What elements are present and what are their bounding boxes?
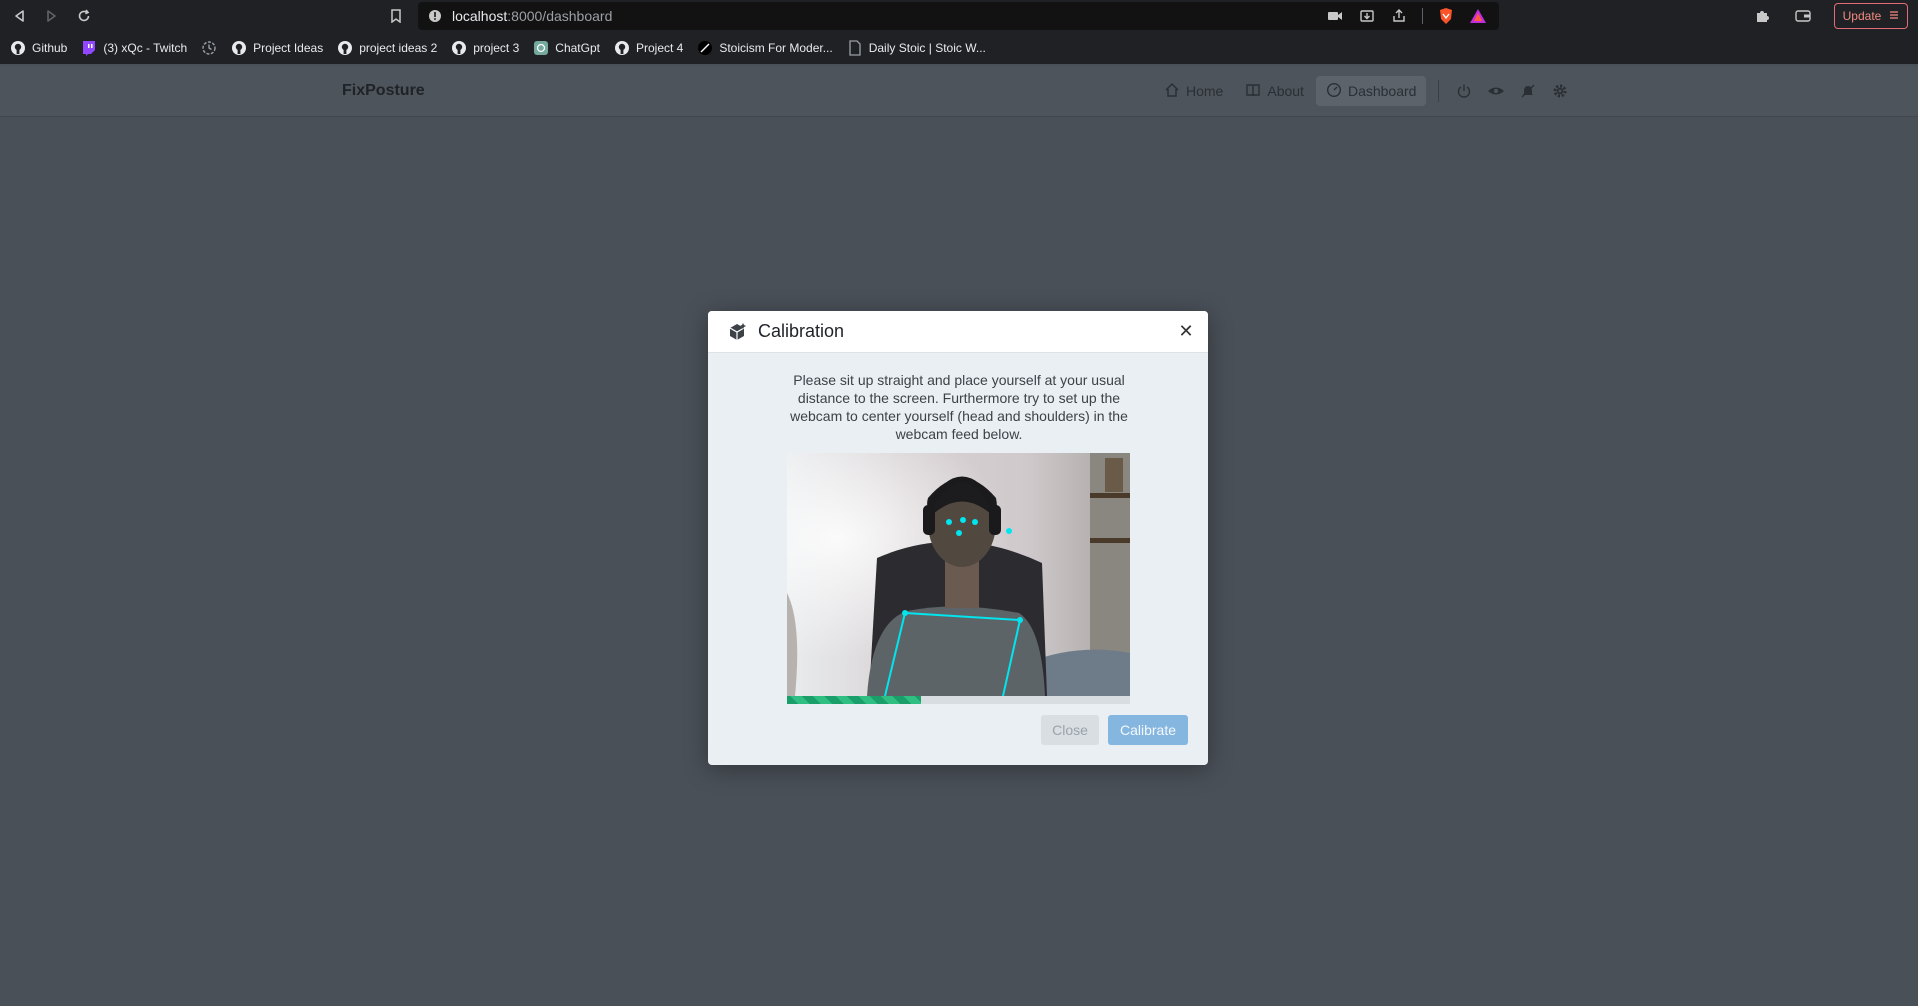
address-bar[interactable]: localhost:8000/dashboard [418,2,1499,30]
share-icon[interactable] [1390,7,1408,25]
nav-label: Home [1186,83,1224,99]
forward-icon[interactable] [39,4,63,28]
reload-icon[interactable] [72,4,96,28]
gear-icon[interactable] [1545,76,1575,106]
separator [1422,8,1423,24]
chatgpt-icon [533,40,549,56]
bookmark-label: project ideas 2 [359,41,438,55]
twitch-icon [81,40,97,56]
wallet-icon[interactable] [1791,4,1815,28]
bookmark-github[interactable]: Github [10,40,67,56]
brand-logo[interactable]: FixPosture [342,82,425,100]
bookmark-project-4[interactable]: Project 4 [614,40,683,56]
bookmarks-bar: Github (3) xQc - Twitch Project Ideas pr… [0,32,1918,64]
github-icon [614,40,630,56]
bookmark-project-ideas[interactable]: Project Ideas [231,40,323,56]
site-info-icon[interactable] [428,9,442,23]
nav-about[interactable]: About [1235,76,1314,106]
app-navbar: FixPosture Home About Dashboard [0,66,1918,117]
bookmark-label: (3) xQc - Twitch [103,41,188,55]
progress-fill [787,696,921,704]
update-button[interactable]: Update [1834,3,1908,29]
modal-header: Calibration ✕ [708,311,1208,353]
calibrate-button[interactable]: Calibrate [1108,715,1188,745]
extensions-icon[interactable] [1750,4,1774,28]
calibration-modal: Calibration ✕ Please sit up straight and… [708,311,1208,765]
webcam-feed [787,453,1130,696]
bookmark-twitch[interactable]: (3) xQc - Twitch [81,40,187,56]
bookmark-history[interactable] [201,40,217,56]
bookmark-icon[interactable] [384,4,408,28]
stoic-icon [697,40,713,56]
bookmark-label: Daily Stoic | Stoic W... [868,41,986,55]
camera-icon[interactable] [1326,7,1344,25]
nav-label: Dashboard [1347,83,1417,99]
nav-label: About [1267,83,1304,99]
history-icon [201,40,217,56]
bookmark-chatgpt[interactable]: ChatGpt [533,40,600,56]
nav-home[interactable]: Home [1154,76,1233,106]
brave-shield-icon[interactable] [1437,7,1455,25]
bookmark-label: Project 4 [635,41,684,55]
url-text: localhost:8000/dashboard [452,8,613,24]
power-icon[interactable] [1449,76,1479,106]
close-icon[interactable]: ✕ [1176,321,1196,341]
back-icon[interactable] [8,4,32,28]
bell-off-icon[interactable] [1513,76,1543,106]
github-icon [337,40,353,56]
github-icon [231,40,247,56]
calibration-progress-bar [787,696,1130,704]
bookmark-project-ideas-2[interactable]: project ideas 2 [337,40,437,56]
bookmark-stoicism[interactable]: Stoicism For Moder... [697,40,833,56]
main-nav: Home About Dashboard [1154,76,1575,106]
browser-toolbar: localhost:8000/dashboard Update [0,0,1918,32]
nav-dashboard[interactable]: Dashboard [1315,76,1427,106]
nav-divider [1438,80,1440,102]
update-label: Update [1842,9,1882,23]
eye-icon[interactable] [1481,76,1511,106]
close-button[interactable]: Close [1041,715,1099,745]
book-icon [1245,82,1261,101]
instructions-text: Please sit up straight and place yoursel… [790,372,1128,442]
modal-title: Calibration [758,321,845,341]
brave-rewards-icon[interactable] [1469,7,1487,25]
bookmark-label: Stoicism For Moder... [719,41,833,55]
menu-icon [1889,9,1899,23]
github-icon [451,40,467,56]
bookmark-label: Github [32,41,68,55]
dashboard-icon [1326,82,1342,101]
bookmark-label: project 3 [473,41,520,55]
bookmark-daily-stoic[interactable]: Daily Stoic | Stoic W... [847,40,986,56]
home-icon [1164,82,1180,101]
bookmark-project-3[interactable]: project 3 [451,40,519,56]
calibration-icon [728,322,748,342]
github-icon [10,40,26,56]
webcam-frame [787,453,1130,696]
bookmark-label: Project Ideas [253,41,324,55]
page-icon [847,40,863,56]
install-icon[interactable] [1358,7,1376,25]
bookmark-label: ChatGpt [555,41,600,55]
